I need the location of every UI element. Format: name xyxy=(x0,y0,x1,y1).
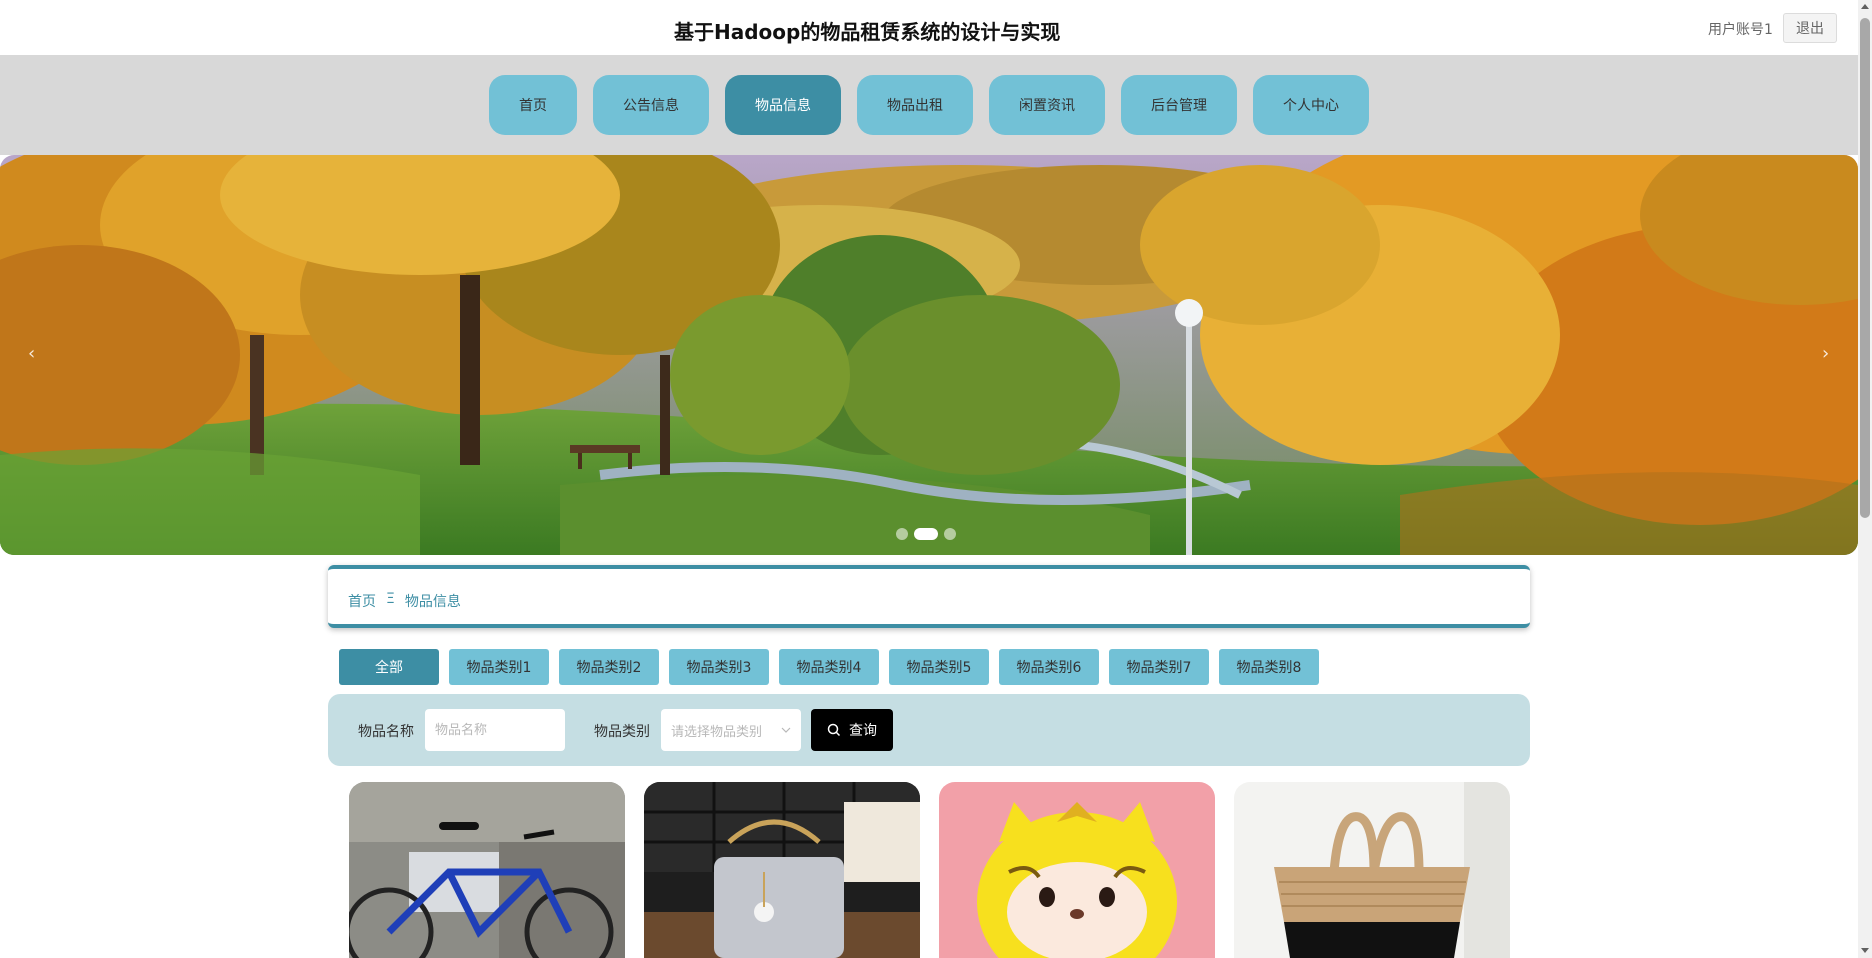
header: 基于Hadoop的物品租赁系统的设计与实现 用户账号1 退出 xyxy=(0,0,1858,55)
category-3-button[interactable]: 物品类别3 xyxy=(669,649,769,685)
nav-item-idle-news[interactable]: 闲置资讯 xyxy=(989,75,1105,135)
carousel-dot-active[interactable] xyxy=(914,528,938,540)
nav-item-announcements[interactable]: 公告信息 xyxy=(593,75,709,135)
search-icon xyxy=(827,723,841,737)
nav-item-profile[interactable]: 个人中心 xyxy=(1253,75,1369,135)
category-2-button[interactable]: 物品类别2 xyxy=(559,649,659,685)
carousel-dot[interactable] xyxy=(944,528,956,540)
breadcrumb-separator: Ξ xyxy=(386,591,395,607)
item-image-plush-toy xyxy=(939,782,1215,958)
item-category-label: 物品类别 xyxy=(594,724,650,740)
item-card-bicycle[interactable] xyxy=(349,782,625,958)
item-image-bicycle xyxy=(349,782,625,958)
carousel-prev-icon[interactable]: ‹ xyxy=(28,343,35,364)
carousel-dot[interactable] xyxy=(896,528,908,540)
category-4-button[interactable]: 物品类别4 xyxy=(779,649,879,685)
logout-button[interactable]: 退出 xyxy=(1783,13,1837,43)
nav-item-home[interactable]: 首页 xyxy=(489,75,577,135)
scroll-down-icon[interactable] xyxy=(1861,948,1869,953)
item-name-label: 物品名称 xyxy=(358,724,414,740)
category-8-button[interactable]: 物品类别8 xyxy=(1219,649,1319,685)
item-image-woven-bag xyxy=(1234,782,1510,958)
page-scrollbar[interactable] xyxy=(1858,0,1872,958)
item-card-woven-bag[interactable] xyxy=(1234,782,1510,958)
nav-item-admin[interactable]: 后台管理 xyxy=(1121,75,1237,135)
item-category-placeholder: 请选择物品类别 xyxy=(671,724,763,740)
item-category-select[interactable]: 请选择物品类别 xyxy=(661,709,801,751)
category-1-button[interactable]: 物品类别1 xyxy=(449,649,549,685)
category-7-button[interactable]: 物品类别7 xyxy=(1109,649,1209,685)
main-nav: 首页 公告信息 物品信息 物品出租 闲置资讯 后台管理 个人中心 xyxy=(0,55,1858,155)
banner-carousel[interactable]: ‹ › xyxy=(0,155,1858,555)
category-6-button[interactable]: 物品类别6 xyxy=(999,649,1099,685)
item-card-plush-toy[interactable] xyxy=(939,782,1215,958)
site-title: 基于Hadoop的物品租赁系统的设计与实现 xyxy=(674,20,1061,44)
breadcrumb: 首页 Ξ 物品信息 xyxy=(348,591,461,611)
item-name-input[interactable] xyxy=(425,709,565,751)
nav-item-item-rental[interactable]: 物品出租 xyxy=(857,75,973,135)
nav-item-item-info[interactable]: 物品信息 xyxy=(725,75,841,135)
carousel-indicators xyxy=(896,528,956,540)
item-card-handbag[interactable] xyxy=(644,782,920,958)
breadcrumb-panel: 首页 Ξ 物品信息 xyxy=(328,565,1530,628)
scroll-thumb[interactable] xyxy=(1860,18,1870,518)
user-account[interactable]: 用户账号1 xyxy=(1708,19,1773,39)
category-all-button[interactable]: 全部 xyxy=(339,649,439,685)
banner-image xyxy=(0,155,1858,555)
search-button[interactable]: 查询 xyxy=(811,709,893,751)
chevron-down-icon xyxy=(781,727,791,733)
item-image-handbag xyxy=(644,782,920,958)
search-bar: 物品名称 物品类别 请选择物品类别 查询 xyxy=(328,694,1530,766)
category-5-button[interactable]: 物品类别5 xyxy=(889,649,989,685)
breadcrumb-home[interactable]: 首页 xyxy=(348,591,376,611)
breadcrumb-current: 物品信息 xyxy=(404,594,461,610)
page: 基于Hadoop的物品租赁系统的设计与实现 用户账号1 退出 首页 公告信息 物… xyxy=(0,0,1872,958)
search-button-label: 查询 xyxy=(849,723,877,739)
scroll-up-icon[interactable] xyxy=(1861,4,1869,9)
carousel-next-icon[interactable]: › xyxy=(1822,343,1829,364)
